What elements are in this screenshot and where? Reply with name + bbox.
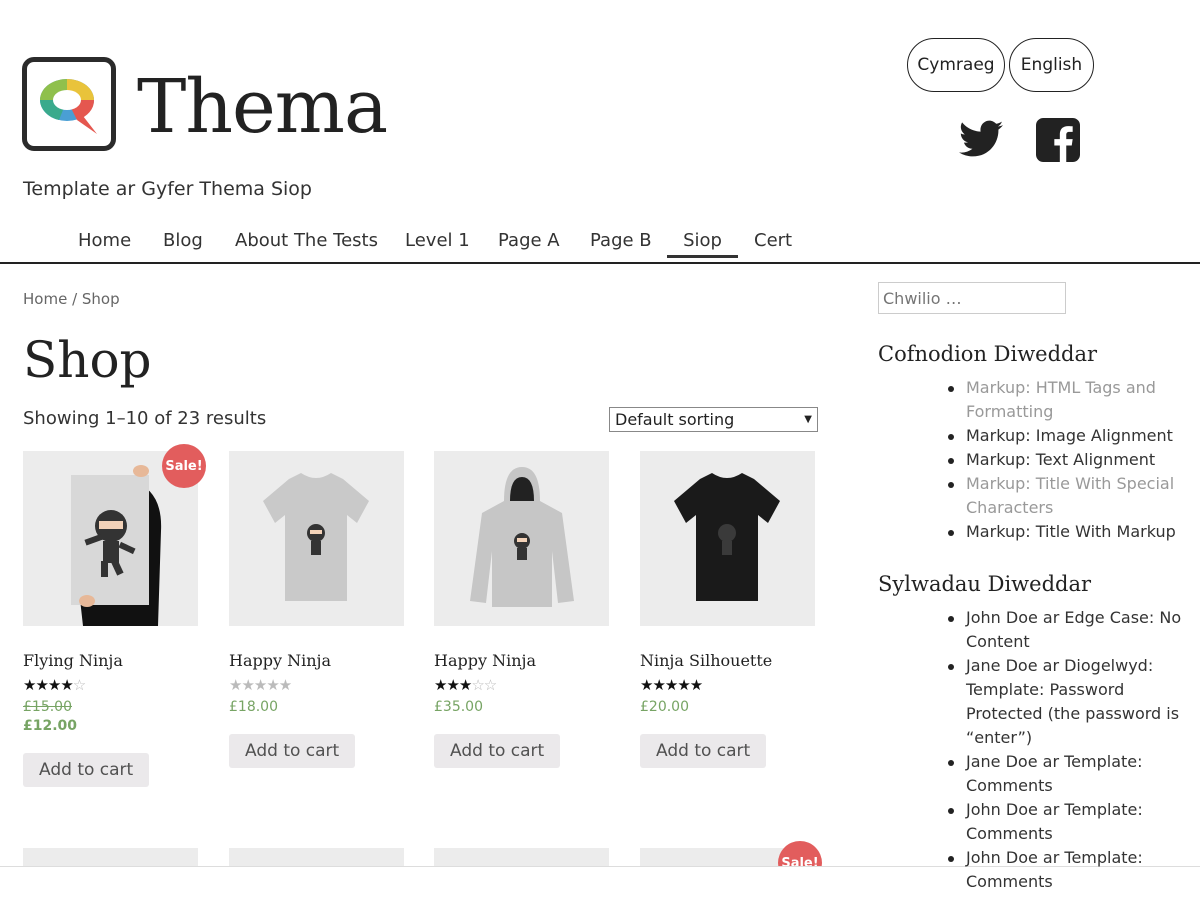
black-tshirt-image-icon bbox=[640, 451, 815, 626]
site-tagline: Template ar Gyfer Thema Siop bbox=[23, 178, 312, 200]
recent-post-link[interactable]: Markup: HTML Tags and Formatting bbox=[946, 376, 1196, 424]
product-price: £20.00 bbox=[640, 699, 689, 715]
nav-item-siop[interactable]: Siop bbox=[667, 230, 738, 258]
dropdown-arrow-icon: ▼ bbox=[804, 414, 812, 425]
product-name[interactable]: Happy Ninja bbox=[229, 651, 405, 670]
nav-item-home[interactable]: Home bbox=[78, 230, 131, 251]
hoodie-image-icon bbox=[434, 451, 609, 626]
recent-posts-title: Cofnodion Diweddar bbox=[878, 342, 1098, 366]
sale-badge: Sale! bbox=[162, 444, 206, 488]
twitter-icon[interactable] bbox=[959, 120, 1003, 162]
nav-item-about-the-tests[interactable]: About The Tests bbox=[235, 230, 378, 251]
nav-item-page-b[interactable]: Page B bbox=[590, 230, 652, 251]
product-price: £18.00 bbox=[229, 699, 278, 715]
add-to-cart-button[interactable]: Add to cart bbox=[23, 753, 150, 787]
recent-comment-link[interactable]: Jane Doe ar Template: Comments bbox=[946, 750, 1196, 798]
site-logo[interactable] bbox=[22, 57, 116, 151]
product-image[interactable] bbox=[434, 451, 609, 626]
sorting-select[interactable]: Default sorting ▼ bbox=[609, 407, 818, 432]
sorting-selected-value: Default sorting bbox=[615, 410, 735, 429]
star-rating: ★★★☆☆ bbox=[434, 676, 497, 694]
recent-post-link[interactable]: Markup: Image Alignment bbox=[946, 424, 1196, 448]
breadcrumb[interactable]: Home / Shop bbox=[23, 290, 120, 308]
star-rating: ★★★★★ bbox=[640, 676, 703, 694]
main-navigation: Home Blog About The Tests Level 1 Page A… bbox=[0, 222, 1200, 264]
product-name[interactable]: Flying Ninja bbox=[23, 651, 199, 670]
site-title[interactable]: Thema bbox=[137, 70, 388, 144]
product-card: Sale! Flying Ninja ★★★★☆ £15.00 £12.00 A… bbox=[23, 444, 206, 787]
sale-price: £12.00 bbox=[23, 718, 78, 734]
add-to-cart-button[interactable]: Add to cart bbox=[640, 734, 767, 768]
recent-posts-list: Markup: HTML Tags and Formatting Markup:… bbox=[946, 376, 1196, 544]
recent-comments-title: Sylwadau Diweddar bbox=[878, 572, 1092, 596]
result-count: Showing 1–10 of 23 results bbox=[23, 408, 267, 429]
language-english-button[interactable]: English bbox=[1009, 38, 1094, 92]
product-price: £35.00 bbox=[434, 699, 483, 715]
product-name[interactable]: Happy Ninja bbox=[434, 651, 610, 670]
regular-price: £15.00 bbox=[23, 699, 72, 715]
search-input[interactable] bbox=[878, 282, 1066, 314]
add-to-cart-button[interactable]: Add to cart bbox=[229, 734, 356, 768]
recent-post-link[interactable]: Markup: Title With Special Characters bbox=[946, 472, 1196, 520]
product-image[interactable] bbox=[229, 451, 404, 626]
nav-item-level-1[interactable]: Level 1 bbox=[405, 230, 470, 251]
product-image[interactable] bbox=[640, 451, 815, 626]
language-welsh-button[interactable]: Cymraeg bbox=[907, 38, 1005, 92]
nav-item-cert[interactable]: Cert bbox=[754, 230, 792, 251]
facebook-icon[interactable] bbox=[1036, 118, 1080, 166]
recent-comment-link[interactable]: Jane Doe ar Diogelwyd: Template: Passwor… bbox=[946, 654, 1196, 750]
speech-bubble-logo-icon bbox=[40, 79, 97, 134]
recent-comments-list: John Doe ar Edge Case: No Content Jane D… bbox=[946, 606, 1196, 894]
add-to-cart-button[interactable]: Add to cart bbox=[434, 734, 561, 768]
recent-comment-link[interactable]: John Doe ar Template: Comments bbox=[946, 798, 1196, 846]
page-title: Shop bbox=[23, 331, 152, 389]
recent-comment-link[interactable]: John Doe ar Edge Case: No Content bbox=[946, 606, 1196, 654]
star-rating: ★★★★★ bbox=[229, 676, 292, 694]
recent-post-link[interactable]: Markup: Text Alignment bbox=[946, 448, 1196, 472]
nav-item-blog[interactable]: Blog bbox=[163, 230, 203, 251]
product-card: Happy Ninja ★★★☆☆ £35.00 Add to cart bbox=[434, 451, 610, 768]
star-rating: ★★★★☆ bbox=[23, 676, 86, 694]
nav-item-page-a[interactable]: Page A bbox=[498, 230, 560, 251]
product-price: £15.00 £12.00 bbox=[23, 699, 199, 734]
recent-comment-link[interactable]: John Doe ar Template: Comments bbox=[946, 846, 1196, 894]
product-card: Ninja Silhouette ★★★★★ £20.00 Add to car… bbox=[640, 451, 816, 768]
tshirt-image-icon bbox=[229, 451, 404, 626]
product-card: Happy Ninja ★★★★★ £18.00 Add to cart bbox=[229, 451, 405, 768]
product-name[interactable]: Ninja Silhouette bbox=[640, 651, 816, 670]
recent-post-link[interactable]: Markup: Title With Markup bbox=[946, 520, 1196, 544]
